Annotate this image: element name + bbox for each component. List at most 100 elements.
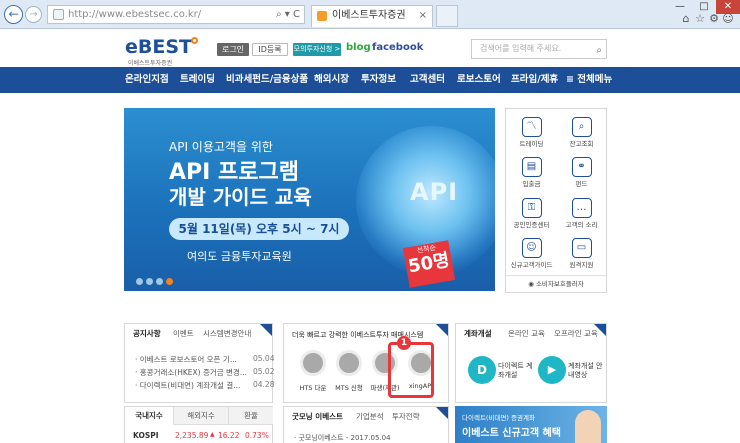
nav-all-menu[interactable]: ≡ 전체메뉴 <box>566 67 612 93</box>
nav-customer-center[interactable]: 고객센터 <box>410 67 445 93</box>
more-corner-icon[interactable] <box>436 407 448 419</box>
home-icon[interactable]: ⌂ <box>680 13 692 25</box>
research-item[interactable]: · 굿모닝이베스트 - 2017.05.04 <box>294 433 391 443</box>
tab-event[interactable]: 이벤트 <box>173 324 194 344</box>
quick-fund[interactable]: ⚭ 펀드 <box>556 154 607 190</box>
notice-panel: 공지사항 이벤트 시스템변경안내 · 이베스트 로보스토어 오픈 기... 05.… <box>124 323 274 403</box>
feedback-smile-icon[interactable]: ☺ <box>722 13 734 25</box>
mts-label[interactable]: MTS 신청 <box>330 382 368 392</box>
tab-ebest[interactable]: 이베스트투자증권 × <box>311 5 433 27</box>
nav-invest-info[interactable]: 투자정보 <box>361 67 396 93</box>
quick-cert[interactable]: ⚿ 공인인증센터 <box>506 195 557 231</box>
monitor-icon: ▭ <box>571 238 592 258</box>
quick-label: 신규고객가이드 <box>510 261 553 269</box>
nav-trading[interactable]: 트레이딩 <box>180 67 215 93</box>
video-guide-icon[interactable]: ▶ <box>538 356 566 384</box>
hts-label[interactable]: HTS 다운 <box>296 382 330 392</box>
hero-subtitle: API 이용고객을 위한 <box>169 140 273 154</box>
more-corner-icon[interactable] <box>260 324 272 336</box>
quick-balance[interactable]: ⌕ 잔고조회 <box>556 114 607 150</box>
limited-badge: 선착순 50명 <box>402 240 456 288</box>
promo-line1: 다이렉트(비대면) 증권계좌 <box>462 414 535 422</box>
tab-overseas-index[interactable]: 해외지수 <box>173 407 228 425</box>
quick-guide[interactable]: ☺ 신규고객가이드 <box>506 235 557 271</box>
forward-button[interactable]: → <box>25 6 42 23</box>
quick-trading[interactable]: 〽 트레이딩 <box>506 114 557 150</box>
direct-open-icon[interactable]: D <box>468 356 496 384</box>
settings-gear-icon[interactable]: ⚙ <box>708 13 720 25</box>
tab-account-open[interactable]: 계좌개설 <box>464 324 492 344</box>
login-button[interactable]: 로그인 <box>217 43 249 56</box>
notice-item[interactable]: · 홍콩거래소(HKEX) 증거금 변경... 05.02 <box>135 367 274 378</box>
index-panel: 국내지수 해외지수 환율 KOSPI 2,235.89 ▲ 16.22 0.73… <box>124 406 273 443</box>
hts-icon[interactable] <box>300 350 326 376</box>
address-tools[interactable]: ⌕ ▾ C <box>276 6 300 23</box>
quick-label: 펀드 <box>575 180 588 188</box>
index-percent: 0.73% <box>245 431 269 440</box>
quick-voice[interactable]: … 고객의 소리 <box>556 195 607 231</box>
carousel-dots[interactable] <box>136 275 176 288</box>
tab-exchange-rate[interactable]: 환율 <box>228 407 273 425</box>
tab-system[interactable]: 시스템변경안내 <box>203 324 251 344</box>
nav-overseas[interactable]: 해외시장 <box>314 67 349 93</box>
notice-date: 05.04 <box>253 354 275 363</box>
mock-trading-button[interactable]: 모의투자신청 > <box>293 43 341 56</box>
quick-menu: 〽 트레이딩 ⌕ 잔고조회 ▤ 입출금 ⚭ 펀드 ⚿ 공인인증센터 … 고객의 소리 ☺ 신규… <box>505 108 607 293</box>
notice-text: · 이베스트 로보스토어 오픈 기... <box>135 355 237 364</box>
tab-close-icon[interactable]: × <box>419 6 427 26</box>
quick-label: 입출금 <box>522 180 541 188</box>
tab-company-analysis[interactable]: 기업분석 <box>356 407 384 427</box>
favicon-icon <box>317 11 327 21</box>
tab-strategy[interactable]: 투자전략 <box>392 407 420 427</box>
direct-open-label[interactable]: 다이렉트 계좌개설 <box>498 362 536 380</box>
search-input[interactable]: 검색어를 입력해 주세요. ⌕ <box>471 39 607 59</box>
nav-prime[interactable]: 프라임/제휴 <box>511 67 558 93</box>
person-icon: ☺ <box>521 238 542 258</box>
page-icon <box>53 9 64 20</box>
ebest-logo[interactable]: eBEST 이베스트투자증권 <box>125 36 198 67</box>
promo-line2: 이베스트 신규고객 혜택 <box>462 428 561 439</box>
step-marker: 1 <box>397 336 411 350</box>
quick-remote[interactable]: ▭ 원격지원 <box>556 235 607 271</box>
promo-banner[interactable]: 다이렉트(비대면) 증권계좌 이베스트 신규고객 혜택 <box>455 406 607 443</box>
carousel-dot[interactable] <box>146 278 153 285</box>
video-guide-label[interactable]: 계좌개설 안내영상 <box>568 362 606 380</box>
nav-online-branch[interactable]: 온라인지점 <box>125 67 169 93</box>
nav-funds[interactable]: 비과세펀드/금융상품 <box>226 67 308 93</box>
carousel-dot[interactable] <box>136 278 143 285</box>
account-panel: 계좌개설 온라인 교육 오프라인 교육 D 다이렉트 계좌개설 ▶ 계좌개설 안… <box>455 323 607 403</box>
quick-label: 원격지원 <box>569 261 594 269</box>
signup-button[interactable]: ID등록 <box>252 43 288 56</box>
up-arrow-icon: ▲ <box>210 431 215 438</box>
tab-offline-edu[interactable]: 오프라인 교육 <box>554 324 598 344</box>
consumer-plaza-link[interactable]: ◉ 소비자보호플러자 <box>506 275 606 292</box>
new-tab-button[interactable] <box>436 5 458 27</box>
favorites-star-icon[interactable]: ☆ <box>694 13 706 25</box>
facebook-link[interactable]: facebook <box>372 42 423 53</box>
tab-title: 이베스트투자증권 <box>332 10 406 21</box>
notice-item[interactable]: · 다이렉트(비대면) 계좌개설 결... 04.28 <box>135 380 274 391</box>
hero-banner[interactable]: API API 이용고객을 위한 API 프로그램 개발 가이드 교육 5월 1… <box>124 108 495 291</box>
index-value: 2,235.89 <box>175 431 209 440</box>
back-button[interactable]: ← <box>4 5 23 24</box>
blog-link[interactable]: blog <box>346 42 371 53</box>
tab-notice[interactable]: 공지사항 <box>133 324 161 344</box>
main-nav: 온라인지점 트레이딩 비과세펀드/금융상품 해외시장 투자정보 고객센터 로보스… <box>0 67 740 93</box>
fund-icon: ⚭ <box>571 157 592 177</box>
notice-item[interactable]: · 이베스트 로보스토어 오픈 기... 05.04 <box>135 354 274 365</box>
magnifier-icon: ⌕ <box>571 117 592 137</box>
carousel-dot-active[interactable] <box>166 278 173 285</box>
search-placeholder: 검색어를 입력해 주세요. <box>480 44 562 53</box>
promo-person-image <box>575 410 601 443</box>
carousel-dot[interactable] <box>156 278 163 285</box>
mts-icon[interactable] <box>336 350 362 376</box>
more-corner-icon[interactable] <box>436 324 448 336</box>
hero-place: 여의도 금융투자교육원 <box>187 250 292 263</box>
tab-good-morning[interactable]: 굿모닝 이베스트 <box>292 407 343 427</box>
tab-online-edu[interactable]: 온라인 교육 <box>508 324 545 344</box>
address-bar[interactable]: http://www.ebestsec.co.kr/ ⌕ ▾ C <box>47 5 305 24</box>
search-icon[interactable]: ⌕ <box>596 42 602 60</box>
nav-robo-store[interactable]: 로보스토어 <box>457 67 501 93</box>
tab-domestic-index[interactable]: 국내지수 <box>125 407 173 425</box>
quick-deposit[interactable]: ▤ 입출금 <box>506 154 557 190</box>
